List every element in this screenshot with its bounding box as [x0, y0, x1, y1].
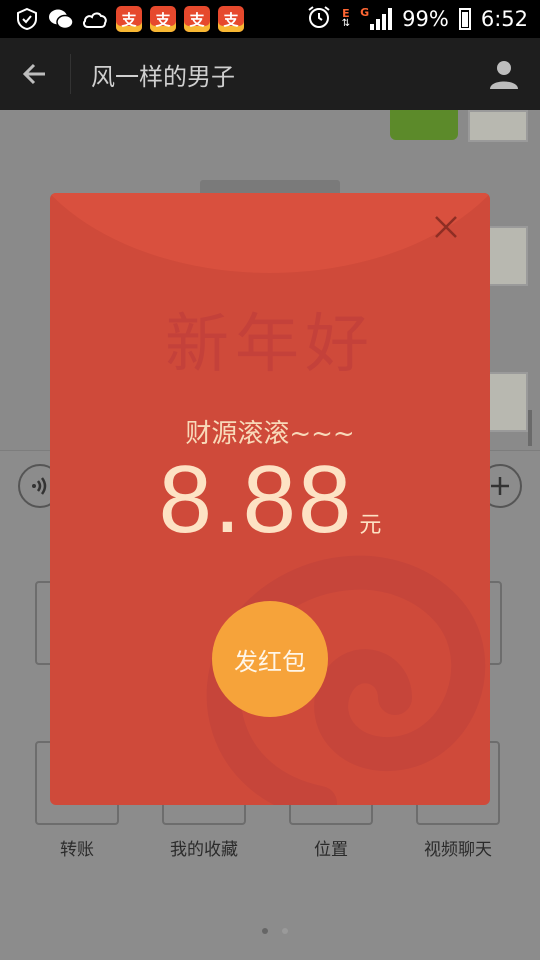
alipay-app-icon: 支 — [218, 6, 244, 32]
status-bar: 支 支 支 支 E ⇅ G 99% 6:52 — [0, 0, 540, 38]
cloud-icon — [82, 6, 108, 32]
battery-percent: 99% — [402, 7, 449, 31]
location-label: 位置 — [314, 840, 348, 860]
red-packet-dialog: 新年好 财源滚滚~~~ 8.88 元 发红包 — [50, 193, 490, 805]
wechat-icon — [48, 6, 74, 32]
alipay-app-icon: 支 — [184, 6, 210, 32]
contact-profile-button[interactable] — [480, 50, 528, 98]
currency-unit: 元 — [359, 513, 382, 538]
chat-title: 风一样的男子 — [91, 62, 235, 91]
send-red-packet-button[interactable]: 发红包 — [212, 601, 328, 717]
plus-icon — [491, 477, 509, 495]
alipay-app-icon: 支 — [150, 6, 176, 32]
person-icon — [490, 61, 518, 89]
header-divider — [70, 54, 71, 94]
greeting-calligraphy: 新年好 — [165, 308, 375, 382]
page-dot — [282, 928, 288, 934]
page-dot-active — [262, 928, 268, 934]
alipay-app-icon: 支 — [116, 6, 142, 32]
favorites-label: 我的收藏 — [170, 840, 238, 860]
video-call-label: 视频聊天 — [424, 840, 492, 860]
back-arrow-icon — [22, 63, 45, 85]
sent-message-bubble[interactable] — [390, 110, 458, 140]
transfer-label: 转账 — [60, 840, 94, 860]
scrollbar[interactable] — [528, 410, 532, 446]
voice-icon — [32, 477, 47, 495]
packet-amount: 8.88 — [158, 446, 354, 553]
clock: 6:52 — [480, 7, 528, 31]
signal-icon — [370, 8, 393, 30]
network-g-label: G — [360, 6, 370, 19]
close-icon[interactable] — [430, 211, 462, 243]
packet-flap — [50, 193, 490, 273]
shield-icon — [14, 6, 40, 32]
avatar[interactable] — [468, 110, 528, 142]
chat-header: 风一样的男子 — [0, 38, 540, 110]
back-button[interactable] — [0, 38, 70, 110]
alarm-icon — [306, 4, 332, 34]
page-indicator — [262, 928, 288, 934]
battery-icon — [458, 8, 471, 30]
data-arrows-icon: ⇅ — [341, 18, 351, 29]
amount-display: 8.88 元 — [50, 445, 490, 555]
